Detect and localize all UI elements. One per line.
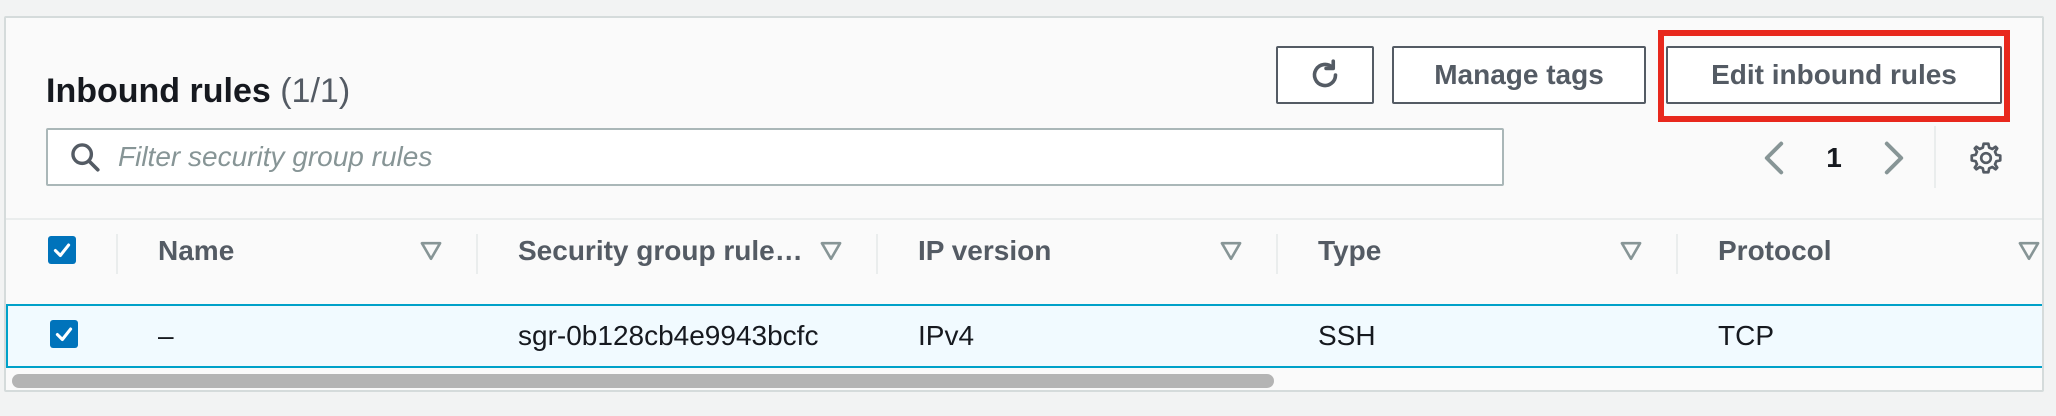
cell-ip-version: IPv4 <box>918 320 975 351</box>
column-separator <box>1676 234 1678 274</box>
sort-down-icon[interactable] <box>1618 238 1644 264</box>
search-icon <box>68 140 102 174</box>
rule-count: (1/1) <box>280 72 351 110</box>
cell-rule-id[interactable]: sgr-0b128cb4e9943bcfc <box>518 306 818 366</box>
refresh-button[interactable] <box>1276 46 1374 104</box>
table-preferences-button[interactable] <box>1966 138 2006 178</box>
table-header-row: Name Security group rule… IP version Typ… <box>6 218 2042 282</box>
sort-down-icon[interactable] <box>2016 238 2042 264</box>
column-header-type[interactable]: Type <box>1318 220 1381 282</box>
sort-down-icon[interactable] <box>418 238 444 264</box>
manage-tags-button[interactable]: Manage tags <box>1392 46 1646 104</box>
column-separator <box>476 234 478 274</box>
chevron-left-icon <box>1764 141 1784 175</box>
scrollbar-thumb[interactable] <box>12 374 1274 388</box>
chevron-right-icon <box>1884 141 1904 175</box>
column-header-protocol[interactable]: Protocol <box>1718 220 1832 282</box>
cell-type: SSH <box>1318 320 1376 351</box>
gear-icon <box>1970 142 2002 174</box>
filter-search-box[interactable] <box>46 128 1504 186</box>
cell-name: – <box>158 320 174 351</box>
next-page-button[interactable] <box>1876 138 1912 178</box>
refresh-icon <box>1312 59 1338 88</box>
filter-input[interactable] <box>116 140 1480 174</box>
inbound-rules-panel: Inbound rules (1/1) Manage tags Edit inb… <box>4 16 2044 392</box>
column-separator <box>116 234 118 274</box>
pagination-divider <box>1934 126 1936 188</box>
sort-down-icon[interactable] <box>1218 238 1244 264</box>
column-header-ip-version[interactable]: IP version <box>918 220 1051 282</box>
edit-inbound-rules-button[interactable]: Edit inbound rules <box>1666 46 2002 104</box>
panel-title-label: Inbound rules <box>46 72 271 110</box>
table-row[interactable]: – sgr-0b128cb4e9943bcfc IPv4 SSH TCP <box>6 304 2042 368</box>
current-page-number[interactable]: 1 <box>1816 140 1852 176</box>
column-header-rule-id[interactable]: Security group rule… <box>518 220 803 282</box>
select-all-checkbox[interactable] <box>48 236 76 264</box>
column-separator <box>876 234 878 274</box>
column-separator <box>1276 234 1278 274</box>
previous-page-button[interactable] <box>1756 138 1792 178</box>
checkmark-icon <box>53 243 71 258</box>
sort-down-icon[interactable] <box>818 238 844 264</box>
row-checkbox[interactable] <box>50 320 78 348</box>
column-header-name[interactable]: Name <box>158 220 234 282</box>
panel-title: Inbound rules (1/1) <box>46 72 350 111</box>
checkmark-icon <box>55 327 73 342</box>
cell-protocol: TCP <box>1718 320 1774 351</box>
